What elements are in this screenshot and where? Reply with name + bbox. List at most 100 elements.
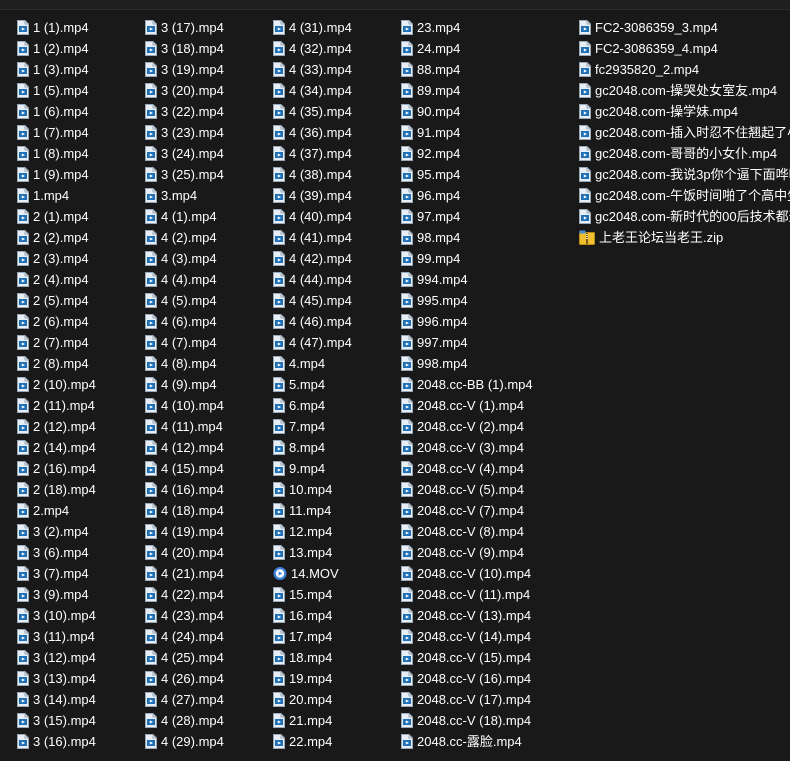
- file-item[interactable]: 2048.cc-V (16).mp4: [401, 668, 533, 689]
- file-item[interactable]: 95.mp4: [401, 164, 533, 185]
- file-item[interactable]: gc2048.com-我说3p你个逼下面哗哗: [579, 164, 790, 185]
- file-item[interactable]: 96.mp4: [401, 185, 533, 206]
- file-item[interactable]: 4 (31).mp4: [273, 17, 352, 38]
- file-item[interactable]: 12.mp4: [273, 521, 352, 542]
- file-item[interactable]: 4 (26).mp4: [145, 668, 224, 689]
- file-item[interactable]: 4 (35).mp4: [273, 101, 352, 122]
- file-item[interactable]: 3 (23).mp4: [145, 122, 224, 143]
- file-item[interactable]: 97.mp4: [401, 206, 533, 227]
- file-item[interactable]: 995.mp4: [401, 290, 533, 311]
- file-item[interactable]: 9.mp4: [273, 458, 352, 479]
- file-item[interactable]: 3 (12).mp4: [17, 647, 96, 668]
- file-item[interactable]: 2048.cc-V (14).mp4: [401, 626, 533, 647]
- file-item[interactable]: gc2048.com-新时代的00后技术都这: [579, 206, 790, 227]
- file-item[interactable]: 2048.cc-V (8).mp4: [401, 521, 533, 542]
- file-item[interactable]: 2 (6).mp4: [17, 311, 96, 332]
- file-item[interactable]: 4 (39).mp4: [273, 185, 352, 206]
- file-item[interactable]: 4 (9).mp4: [145, 374, 224, 395]
- file-item[interactable]: 13.mp4: [273, 542, 352, 563]
- file-item[interactable]: 2048.cc-V (15).mp4: [401, 647, 533, 668]
- file-item[interactable]: 92.mp4: [401, 143, 533, 164]
- file-item[interactable]: fc2935820_2.mp4: [579, 59, 790, 80]
- file-item[interactable]: 4 (25).mp4: [145, 647, 224, 668]
- file-item[interactable]: 4 (44).mp4: [273, 269, 352, 290]
- file-item[interactable]: 4 (21).mp4: [145, 563, 224, 584]
- file-item[interactable]: 3 (13).mp4: [17, 668, 96, 689]
- file-item[interactable]: 4 (19).mp4: [145, 521, 224, 542]
- file-item[interactable]: 5.mp4: [273, 374, 352, 395]
- file-item[interactable]: 3 (14).mp4: [17, 689, 96, 710]
- file-item[interactable]: 99.mp4: [401, 248, 533, 269]
- file-item[interactable]: 4 (4).mp4: [145, 269, 224, 290]
- file-item[interactable]: 3 (15).mp4: [17, 710, 96, 731]
- file-item[interactable]: 2 (1).mp4: [17, 206, 96, 227]
- file-item[interactable]: 22.mp4: [273, 731, 352, 752]
- file-item[interactable]: 11.mp4: [273, 500, 352, 521]
- file-item[interactable]: 2048.cc-V (7).mp4: [401, 500, 533, 521]
- file-item[interactable]: 4 (2).mp4: [145, 227, 224, 248]
- file-item[interactable]: 4 (37).mp4: [273, 143, 352, 164]
- file-item[interactable]: 1.mp4: [17, 185, 96, 206]
- file-item[interactable]: gc2048.com-操学妹.mp4: [579, 101, 790, 122]
- file-item[interactable]: 4 (47).mp4: [273, 332, 352, 353]
- file-item[interactable]: 4 (1).mp4: [145, 206, 224, 227]
- file-item[interactable]: 2048.cc-V (2).mp4: [401, 416, 533, 437]
- file-item[interactable]: gc2048.com-午饭时间啪了个高中生: [579, 185, 790, 206]
- file-item[interactable]: 7.mp4: [273, 416, 352, 437]
- file-item[interactable]: 2.mp4: [17, 500, 96, 521]
- file-item[interactable]: 89.mp4: [401, 80, 533, 101]
- file-item[interactable]: 4 (42).mp4: [273, 248, 352, 269]
- file-item[interactable]: 1 (7).mp4: [17, 122, 96, 143]
- file-item[interactable]: 4 (12).mp4: [145, 437, 224, 458]
- file-item[interactable]: 4 (40).mp4: [273, 206, 352, 227]
- file-item[interactable]: 6.mp4: [273, 395, 352, 416]
- file-item[interactable]: 2 (3).mp4: [17, 248, 96, 269]
- file-item[interactable]: 21.mp4: [273, 710, 352, 731]
- file-item[interactable]: 1 (2).mp4: [17, 38, 96, 59]
- file-item[interactable]: 4 (24).mp4: [145, 626, 224, 647]
- file-item[interactable]: 4 (46).mp4: [273, 311, 352, 332]
- file-item[interactable]: 4 (16).mp4: [145, 479, 224, 500]
- file-item[interactable]: 3 (17).mp4: [145, 17, 224, 38]
- file-item[interactable]: 1 (8).mp4: [17, 143, 96, 164]
- file-item[interactable]: 2048.cc-V (10).mp4: [401, 563, 533, 584]
- file-item[interactable]: 2048.cc-V (3).mp4: [401, 437, 533, 458]
- file-item[interactable]: 91.mp4: [401, 122, 533, 143]
- file-item[interactable]: 4 (18).mp4: [145, 500, 224, 521]
- file-item[interactable]: 98.mp4: [401, 227, 533, 248]
- file-item[interactable]: 2048.cc-V (13).mp4: [401, 605, 533, 626]
- file-item[interactable]: 2048.cc-V (11).mp4: [401, 584, 533, 605]
- file-item[interactable]: 3 (25).mp4: [145, 164, 224, 185]
- file-item[interactable]: 1 (3).mp4: [17, 59, 96, 80]
- file-item[interactable]: 2048.cc-BB (1).mp4: [401, 374, 533, 395]
- file-item[interactable]: FC2-3086359_4.mp4: [579, 38, 790, 59]
- file-item[interactable]: 2 (4).mp4: [17, 269, 96, 290]
- file-item[interactable]: 4 (33).mp4: [273, 59, 352, 80]
- file-item[interactable]: 994.mp4: [401, 269, 533, 290]
- file-item[interactable]: 1 (5).mp4: [17, 80, 96, 101]
- file-item[interactable]: 14.MOV: [273, 563, 352, 584]
- file-item[interactable]: 2048.cc-V (4).mp4: [401, 458, 533, 479]
- file-item[interactable]: 4.mp4: [273, 353, 352, 374]
- file-item[interactable]: 2 (2).mp4: [17, 227, 96, 248]
- file-item[interactable]: 4 (41).mp4: [273, 227, 352, 248]
- file-item[interactable]: 2048.cc-V (1).mp4: [401, 395, 533, 416]
- file-item[interactable]: 997.mp4: [401, 332, 533, 353]
- file-item[interactable]: 1 (1).mp4: [17, 17, 96, 38]
- file-item[interactable]: 2048.cc-V (17).mp4: [401, 689, 533, 710]
- file-item[interactable]: 19.mp4: [273, 668, 352, 689]
- file-item[interactable]: 18.mp4: [273, 647, 352, 668]
- file-item[interactable]: 88.mp4: [401, 59, 533, 80]
- file-item[interactable]: 4 (8).mp4: [145, 353, 224, 374]
- file-item[interactable]: 4 (45).mp4: [273, 290, 352, 311]
- file-item[interactable]: 996.mp4: [401, 311, 533, 332]
- file-item[interactable]: 4 (3).mp4: [145, 248, 224, 269]
- file-item[interactable]: 4 (28).mp4: [145, 710, 224, 731]
- file-item[interactable]: 2 (16).mp4: [17, 458, 96, 479]
- file-item[interactable]: 4 (5).mp4: [145, 290, 224, 311]
- file-item[interactable]: 3 (9).mp4: [17, 584, 96, 605]
- file-item[interactable]: 90.mp4: [401, 101, 533, 122]
- file-item[interactable]: 3 (7).mp4: [17, 563, 96, 584]
- file-item[interactable]: gc2048.com-操哭处女室友.mp4: [579, 80, 790, 101]
- file-item[interactable]: 3 (24).mp4: [145, 143, 224, 164]
